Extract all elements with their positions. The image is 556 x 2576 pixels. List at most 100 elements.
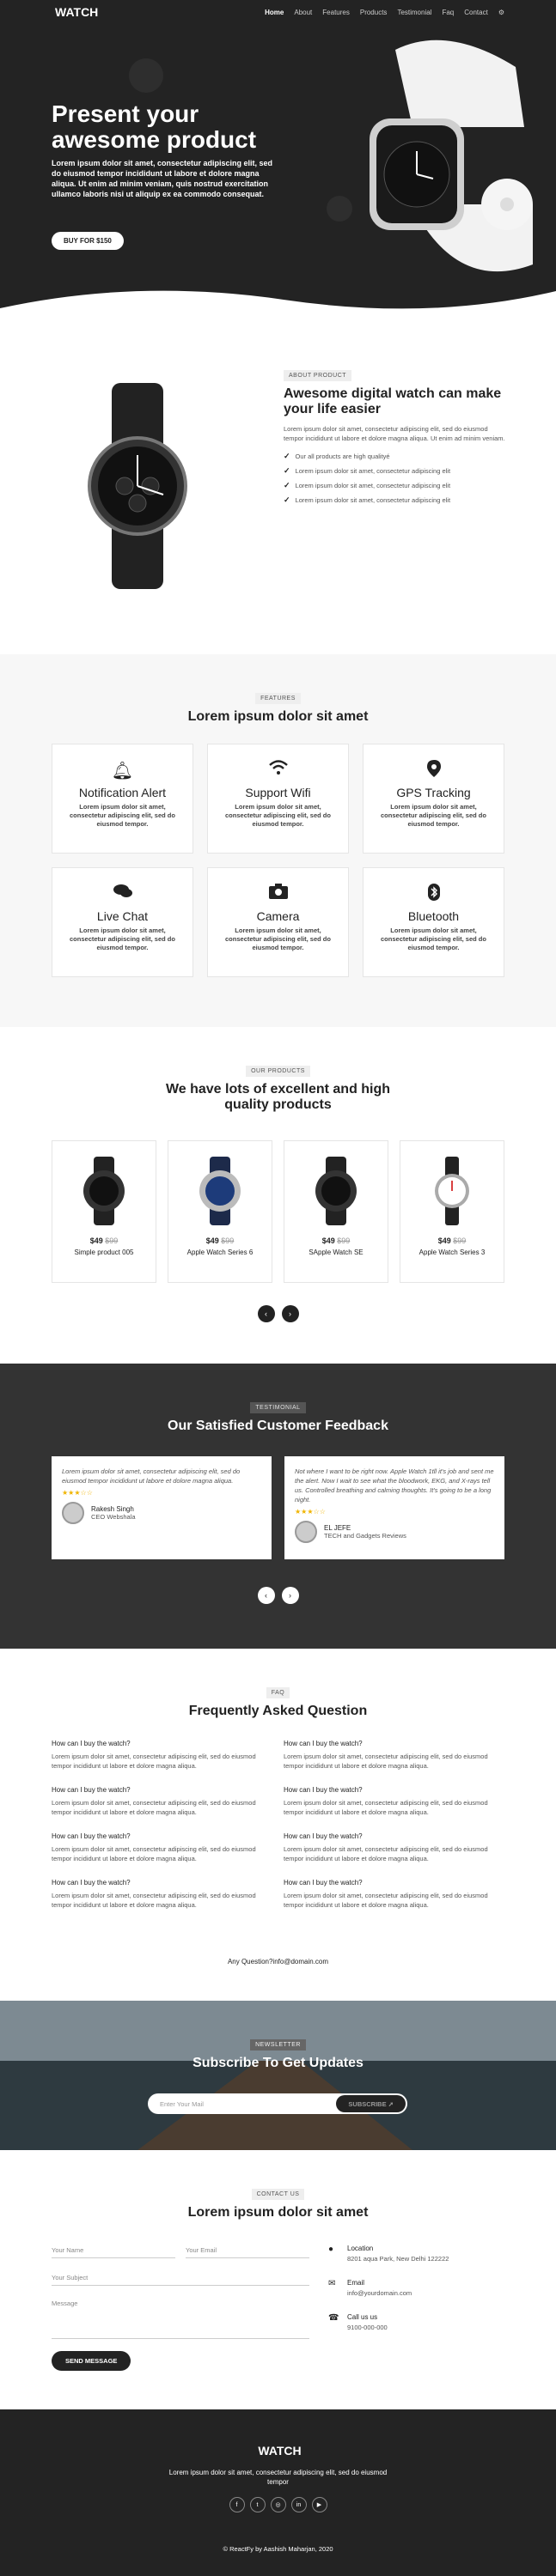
products-title: We have lots of excellent and high quali… [165, 1082, 391, 1112]
phone-icon: ☎ [328, 2313, 339, 2323]
feature-card: Camera Lorem ipsum dolor sit amet, conse… [207, 867, 349, 977]
nav-testimonial[interactable]: Testimonial [397, 9, 431, 16]
product-card[interactable]: $49 $99 Simple product 005 [52, 1140, 156, 1283]
product-card[interactable]: $49 $99 SApple Watch SE [284, 1140, 388, 1283]
prev-arrow-icon[interactable]: ‹ [257, 1587, 275, 1604]
contact-location: ● Location 8201 aqua Park, New Delhi 1222… [328, 2245, 449, 2263]
footer-brand[interactable]: WATCH [0, 2444, 556, 2458]
nav-home[interactable]: Home [265, 9, 284, 16]
hero-title: Present your awesome product [52, 100, 257, 153]
about-tag: ABOUT PRODUCT [284, 370, 352, 381]
send-message-button[interactable]: SEND MESSAGE [52, 2351, 131, 2371]
products-tag: OUR PRODUCTS [246, 1066, 310, 1077]
hero-wave [0, 290, 556, 321]
hero-section: Present your awesome product Lorem ipsum… [0, 24, 556, 321]
prev-arrow-icon[interactable]: ‹ [257, 1305, 275, 1322]
chat-icon [52, 884, 192, 904]
products-carousel-nav: ‹ › [0, 1305, 556, 1322]
newsletter-tag: NEWSLETTER [250, 2039, 306, 2050]
avatar [62, 1502, 84, 1524]
product-image [435, 1157, 469, 1225]
social-links: f t ◎ in ▶ [0, 2497, 556, 2512]
nav-menu: Home About Features Products Testimonial… [265, 9, 504, 16]
bell-icon: 🔔︎ [111, 762, 134, 781]
instagram-icon[interactable]: ◎ [270, 2497, 286, 2512]
testimonial-card: Lorem ipsum dolor sit amet, consectetur … [52, 1456, 272, 1559]
check-icon: ✓ [284, 481, 290, 489]
settings-icon[interactable]: ⚙ [498, 9, 504, 16]
features-tag: FEATURES [255, 693, 301, 704]
contact-section: CONTACT US Lorem ipsum dolor sit amet Yo… [0, 2150, 556, 2409]
products-grid: $49 $99 Simple product 005 $49 $99 Apple… [52, 1140, 504, 1283]
youtube-icon[interactable]: ▶ [311, 2497, 327, 2512]
product-card[interactable]: $49 $99 Apple Watch Series 6 [168, 1140, 272, 1283]
features-title: Lorem ipsum dolor sit amet [187, 709, 369, 724]
faq-item[interactable]: How can I buy the watch? Lorem ipsum dolo… [284, 1786, 494, 1817]
footer: WATCH Lorem ipsum dolor sit amet, consec… [0, 2409, 556, 2576]
testimonial-title: Our Satisfied Customer Feedback [168, 1419, 388, 1433]
about-text: Lorem ipsum dolor sit amet, consectetur … [284, 425, 505, 442]
testimonial-tag: TESTIMONIAL [250, 1402, 306, 1413]
nav-faq[interactable]: Faq [442, 9, 454, 16]
check-icon: ✓ [284, 466, 290, 475]
nav-features[interactable]: Features [322, 9, 350, 16]
nav-contact[interactable]: Contact [464, 9, 488, 16]
check-icon: ✓ [284, 452, 290, 460]
footer-text: Lorem ipsum dolor sit amet, consectetur … [168, 2469, 388, 2486]
feature-card: 🔔︎ Notification Alert Lorem ipsum dolor … [52, 744, 193, 854]
email-field[interactable]: Your Email [186, 2239, 309, 2258]
features-grid: 🔔︎ Notification Alert Lorem ipsum dolor … [52, 744, 504, 977]
wifi-icon [208, 760, 348, 781]
decor-circle [327, 196, 352, 222]
faq-item[interactable]: How can I buy the watch? Lorem ipsum dolo… [52, 1740, 262, 1771]
testimonial-carousel-nav: ‹ › [0, 1587, 556, 1604]
features-section: FEATURES Lorem ipsum dolor sit amet 🔔︎ N… [0, 654, 556, 1027]
faq-section: FAQ Frequently Asked Question How can I … [0, 1649, 556, 2001]
testimonial-section: TESTIMONIAL Our Satisfied Customer Feedb… [0, 1364, 556, 1649]
star-rating: ★★★☆☆ [295, 1508, 326, 1516]
subject-field[interactable]: Your Subject [52, 2267, 309, 2286]
product-card[interactable]: $49 $99 Apple Watch Series 3 [400, 1140, 504, 1283]
twitter-icon[interactable]: t [249, 2497, 266, 2512]
linkedin-icon[interactable]: in [290, 2497, 307, 2512]
envelope-icon: ✉ [328, 2279, 336, 2288]
newsletter-email-input[interactable]: Enter Your Mail SUBSCRIBE ➚ [148, 2093, 407, 2114]
copyright: © ReactFy by Aashish Maharjan, 2020 [223, 2545, 333, 2553]
about-content: ABOUT PRODUCT Awesome digital watch can … [284, 366, 507, 505]
faq-title: Frequently Asked Question [188, 1704, 368, 1718]
message-field[interactable]: Message [52, 2293, 309, 2339]
navbar: WATCH Home About Features Products Testi… [0, 0, 556, 24]
contact-email: ✉ Email info@yourdomain.com [328, 2279, 412, 2297]
list-item: ✓ Our all products are high qualityé [284, 452, 390, 460]
facebook-icon[interactable]: f [229, 2497, 245, 2512]
faq-item[interactable]: How can I buy the watch? Lorem ipsum dolo… [52, 1879, 262, 1910]
about-watch-image [88, 383, 187, 589]
contact-title: Lorem ipsum dolor sit amet [187, 2205, 369, 2220]
feature-card: Live Chat Lorem ipsum dolor sit amet, co… [52, 867, 193, 977]
nav-products[interactable]: Products [360, 9, 388, 16]
faq-item[interactable]: How can I buy the watch? Lorem ipsum dolo… [284, 1832, 494, 1863]
map-pin-icon: ● [328, 2245, 334, 2254]
next-arrow-icon[interactable]: › [281, 1305, 299, 1322]
faq-contact-link[interactable]: Any Question?info@domain.com [0, 1958, 556, 1965]
nav-about[interactable]: About [294, 9, 312, 16]
faq-tag: FAQ [266, 1687, 290, 1698]
list-item: ✓ Lorem ipsum dolor sit amet, consectetur… [284, 495, 451, 504]
name-field[interactable]: Your Name [52, 2239, 175, 2258]
faq-item[interactable]: How can I buy the watch? Lorem ipsum dolo… [284, 1740, 494, 1771]
contact-tag: CONTACT US [251, 2189, 305, 2200]
next-arrow-icon[interactable]: › [281, 1587, 299, 1604]
testimonial-card: Not where I want to be right now. Apple … [284, 1456, 504, 1559]
feature-card: Support Wifi Lorem ipsum dolor sit amet,… [207, 744, 349, 854]
subscribe-button[interactable]: SUBSCRIBE ➚ [336, 2095, 406, 2112]
contact-phone: ☎ Call us us 9100-000-000 [328, 2313, 388, 2331]
faq-item[interactable]: How can I buy the watch? Lorem ipsum dolo… [52, 1786, 262, 1817]
about-list: ✓ Our all products are high qualityé ✓ Lor… [284, 452, 507, 505]
camera-icon [208, 884, 348, 904]
feature-card: Bluetooth Lorem ipsum dolor sit amet, co… [363, 867, 504, 977]
faq-item[interactable]: How can I buy the watch? Lorem ipsum dolo… [52, 1832, 262, 1863]
faq-item[interactable]: How can I buy the watch? Lorem ipsum dolo… [284, 1879, 494, 1910]
brand-logo[interactable]: WATCH [52, 5, 98, 19]
buy-button[interactable]: BUY FOR $150 [52, 232, 124, 250]
map-pin-icon [364, 760, 504, 781]
